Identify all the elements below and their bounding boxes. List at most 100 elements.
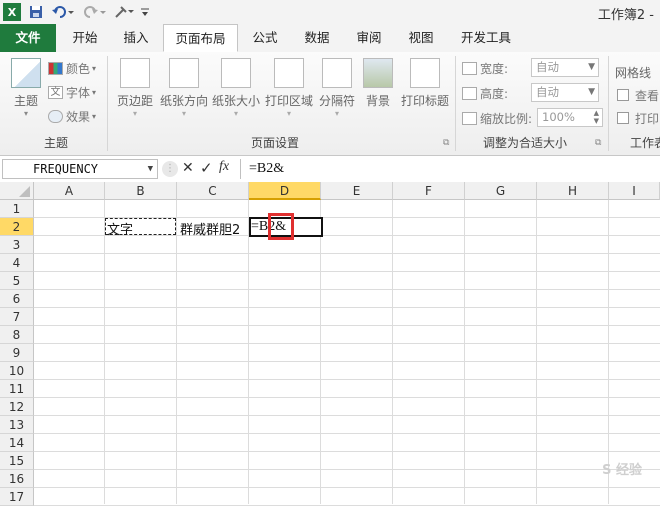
row-header-10[interactable]: 10: [0, 362, 34, 380]
enter-icon[interactable]: ✓: [200, 159, 213, 177]
row-header-16[interactable]: 16: [0, 470, 34, 488]
row-gridline: [34, 379, 660, 380]
scale-stepper[interactable]: 100% ▲ ▼: [537, 108, 603, 127]
scale-label-row: 缩放比例:: [462, 110, 532, 127]
tab-data[interactable]: 数据: [294, 24, 340, 52]
print-area-icon: [274, 58, 304, 88]
tab-developer[interactable]: 开发工具: [450, 24, 522, 52]
breaks-button[interactable]: 分隔符 ▾: [316, 58, 358, 118]
row-header-9[interactable]: 9: [0, 344, 34, 362]
chevron-down-icon[interactable]: ▼: [148, 160, 153, 178]
group-divider: [107, 56, 108, 151]
row-header-14[interactable]: 14: [0, 434, 34, 452]
print-titles-icon: [410, 58, 440, 88]
row-gridline: [34, 343, 660, 344]
row-gridline: [34, 271, 660, 272]
spinner-icon: ▲ ▼: [593, 109, 599, 125]
row-header-7[interactable]: 7: [0, 308, 34, 326]
margins-button[interactable]: 页边距 ▾: [112, 58, 158, 118]
column-gridline: [104, 200, 105, 504]
column-gridline: [176, 200, 177, 504]
row-header-1[interactable]: 1: [0, 200, 34, 218]
save-icon[interactable]: [27, 3, 45, 21]
view-gridlines-checkbox[interactable]: [617, 89, 629, 101]
row-header-5[interactable]: 5: [0, 272, 34, 290]
column-header-h[interactable]: H: [537, 182, 609, 200]
row-gridline: [34, 361, 660, 362]
select-all-corner[interactable]: [0, 182, 34, 200]
customize-icon[interactable]: [139, 3, 151, 21]
row-gridline: [34, 415, 660, 416]
tab-home[interactable]: 开始: [61, 24, 109, 52]
height-select[interactable]: 自动 ▼: [531, 83, 599, 102]
row-header-15[interactable]: 15: [0, 452, 34, 470]
gridlines-header: 网格线: [615, 66, 652, 80]
redo-icon[interactable]: [82, 3, 108, 21]
row-gridline: [34, 487, 660, 488]
tab-formulas[interactable]: 公式: [242, 24, 288, 52]
width-label-row: 宽度:: [462, 60, 508, 77]
print-gridlines-checkbox[interactable]: [617, 112, 629, 124]
column-header-b[interactable]: B: [105, 182, 177, 200]
cell-b2[interactable]: 文字: [107, 219, 133, 238]
column-header-d[interactable]: D: [249, 182, 321, 200]
column-header-g[interactable]: G: [465, 182, 537, 200]
row-header-17[interactable]: 17: [0, 488, 34, 506]
print-titles-button[interactable]: 打印标题: [399, 58, 451, 109]
column-header-f[interactable]: F: [393, 182, 465, 200]
row-header-12[interactable]: 12: [0, 398, 34, 416]
column-gridline: [248, 200, 249, 504]
row-header-2[interactable]: 2: [0, 218, 34, 236]
scale-group-label: 调整为合适大小: [482, 136, 567, 150]
column-header-c[interactable]: C: [177, 182, 249, 200]
colors-button[interactable]: 颜色 ▾: [48, 60, 96, 77]
tab-file[interactable]: 文件: [0, 24, 56, 52]
background-icon: [363, 58, 393, 88]
height-icon: [462, 87, 477, 100]
scale-launcher-icon[interactable]: ⧉: [595, 138, 601, 148]
row-gridline: [34, 469, 660, 470]
cell-c2[interactable]: 群威群胆2: [180, 219, 240, 238]
formula-bar: FREQUENCY ▼ ⋮ ✕ ✓ fx =B2&: [0, 156, 660, 183]
group-divider: [608, 56, 609, 151]
row-header-11[interactable]: 11: [0, 380, 34, 398]
tab-page-layout[interactable]: 页面布局: [163, 24, 238, 52]
highlight-box: [268, 213, 294, 240]
column-header-i[interactable]: I: [609, 182, 660, 200]
row-header-8[interactable]: 8: [0, 326, 34, 344]
expand-icon[interactable]: ⋮: [162, 161, 178, 177]
row-header-6[interactable]: 6: [0, 290, 34, 308]
effects-button[interactable]: 效果 ▾: [48, 108, 96, 125]
insert-function-icon[interactable]: fx: [219, 159, 229, 175]
column-gridline: [464, 200, 465, 504]
orientation-button[interactable]: 纸张方向 ▾: [158, 58, 210, 118]
excel-icon[interactable]: X: [3, 3, 21, 21]
format-painter-icon[interactable]: [112, 3, 136, 21]
row-header-3[interactable]: 3: [0, 236, 34, 254]
worksheet-grid[interactable]: ABCDEFGHI 1 2 3 4 5 6 7 8 9 10 11 12 13 14 15 16 17 文字 群…: [0, 182, 660, 506]
formula-input[interactable]: =B2&: [240, 159, 660, 179]
name-box[interactable]: FREQUENCY ▼: [2, 159, 158, 179]
fonts-button[interactable]: 文 字体 ▾: [48, 84, 96, 101]
cancel-icon[interactable]: ✕: [182, 160, 194, 176]
undo-icon[interactable]: [50, 3, 76, 21]
tab-view[interactable]: 视图: [398, 24, 444, 52]
row-header-13[interactable]: 13: [0, 416, 34, 434]
palette-icon: [48, 62, 63, 75]
themes-button[interactable]: 主题 ▾: [6, 58, 46, 118]
tab-insert[interactable]: 插入: [112, 24, 160, 52]
height-label-row: 高度:: [462, 85, 508, 102]
page-setup-launcher-icon[interactable]: ⧉: [443, 138, 449, 148]
column-header-a[interactable]: A: [34, 182, 105, 200]
tab-review[interactable]: 审阅: [346, 24, 392, 52]
paper-size-icon: [221, 58, 251, 88]
print-area-button[interactable]: 打印区域 ▾: [263, 58, 315, 118]
orientation-icon: [169, 58, 199, 88]
background-button[interactable]: 背景: [359, 58, 397, 109]
column-header-e[interactable]: E: [321, 182, 393, 200]
size-button[interactable]: 纸张大小 ▾: [210, 58, 262, 118]
row-header-4[interactable]: 4: [0, 254, 34, 272]
width-select[interactable]: 自动 ▼: [531, 58, 599, 77]
window-title: 工作簿2 -: [597, 8, 654, 23]
themes-button-label: 主题: [13, 94, 38, 108]
